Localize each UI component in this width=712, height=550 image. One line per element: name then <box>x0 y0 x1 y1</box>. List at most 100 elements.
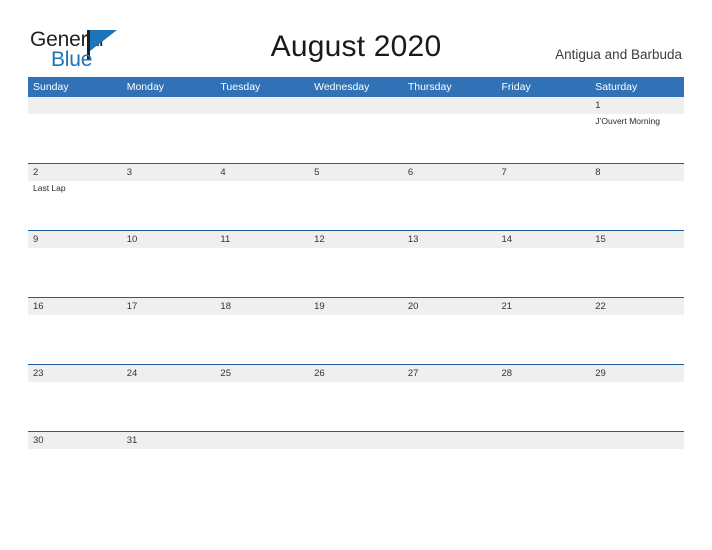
day-events <box>590 449 684 498</box>
day-number <box>403 432 497 449</box>
day-number[interactable]: 27 <box>403 365 497 382</box>
day-number <box>497 97 591 114</box>
day-number[interactable]: 24 <box>122 365 216 382</box>
day-header-sunday: Sunday <box>33 81 69 93</box>
day-events <box>497 449 591 498</box>
calendar-grid: Sunday Monday Tuesday Wednesday Thursday… <box>28 77 684 498</box>
calendar-week-row: 9 10 11 12 13 14 15 <box>28 230 684 297</box>
day-events <box>309 114 403 163</box>
day-events <box>215 449 309 498</box>
day-header-tuesday: Tuesday <box>220 81 261 93</box>
week-date-band: 9 10 11 12 13 14 15 <box>28 231 684 248</box>
day-events <box>28 248 122 297</box>
day-events <box>403 449 497 498</box>
day-number[interactable]: 23 <box>28 365 122 382</box>
day-number[interactable]: 21 <box>497 298 591 315</box>
day-events: J’Ouvert Morning <box>590 114 684 163</box>
day-number[interactable]: 20 <box>403 298 497 315</box>
day-header-monday: Monday <box>126 81 165 93</box>
day-number <box>309 97 403 114</box>
day-header-wednesday: Wednesday <box>314 81 370 93</box>
week-date-band: 30 31 <box>28 432 684 449</box>
day-number[interactable]: 5 <box>309 164 403 181</box>
day-number[interactable]: 11 <box>215 231 309 248</box>
day-number[interactable]: 31 <box>122 432 216 449</box>
day-of-week-header-row: Sunday Monday Tuesday Wednesday Thursday… <box>28 77 684 97</box>
day-events <box>122 248 216 297</box>
day-events <box>590 248 684 297</box>
day-number[interactable]: 19 <box>309 298 403 315</box>
day-number[interactable]: 18 <box>215 298 309 315</box>
day-events <box>215 248 309 297</box>
day-number[interactable]: 9 <box>28 231 122 248</box>
day-events <box>590 382 684 431</box>
day-number[interactable]: 26 <box>309 365 403 382</box>
day-events <box>309 382 403 431</box>
day-events <box>590 181 684 230</box>
week-date-band: 23 24 25 26 27 28 29 <box>28 365 684 382</box>
week-event-band: J’Ouvert Morning <box>28 114 684 163</box>
day-header-saturday: Saturday <box>595 81 638 93</box>
day-number[interactable]: 1 <box>590 97 684 114</box>
day-number <box>403 97 497 114</box>
day-events <box>122 382 216 431</box>
day-number[interactable]: 22 <box>590 298 684 315</box>
week-date-band: 2345678 <box>28 164 684 181</box>
day-number[interactable]: 14 <box>497 231 591 248</box>
day-header-friday: Friday <box>501 81 531 93</box>
week-event-band <box>28 449 684 498</box>
day-events <box>28 449 122 498</box>
day-number[interactable]: 4 <box>215 164 309 181</box>
day-number[interactable]: 15 <box>590 231 684 248</box>
day-events <box>215 181 309 230</box>
day-events <box>215 382 309 431</box>
day-events <box>215 114 309 163</box>
day-number[interactable]: 8 <box>590 164 684 181</box>
day-events <box>215 315 309 364</box>
day-events: Last Lap <box>28 181 122 230</box>
day-number <box>309 432 403 449</box>
day-events <box>403 181 497 230</box>
day-events <box>122 114 216 163</box>
day-events <box>122 181 216 230</box>
day-events <box>122 449 216 498</box>
day-events <box>309 449 403 498</box>
week-event-band <box>28 248 684 297</box>
day-number[interactable]: 16 <box>28 298 122 315</box>
day-number <box>28 97 122 114</box>
day-number[interactable]: 7 <box>497 164 591 181</box>
day-number[interactable]: 29 <box>590 365 684 382</box>
calendar-week-row: 1 J’Ouvert Morning <box>28 97 684 163</box>
day-number[interactable]: 3 <box>122 164 216 181</box>
day-number[interactable]: 12 <box>309 231 403 248</box>
holiday-event: Last Lap <box>33 183 66 193</box>
day-number[interactable]: 30 <box>28 432 122 449</box>
day-events <box>403 248 497 297</box>
day-number[interactable]: 2 <box>28 164 122 181</box>
day-events <box>122 315 216 364</box>
week-date-band: 16 17 18 19 20 21 22 <box>28 298 684 315</box>
day-number[interactable]: 10 <box>122 231 216 248</box>
day-number[interactable]: 13 <box>403 231 497 248</box>
day-events <box>590 315 684 364</box>
day-events <box>309 181 403 230</box>
week-event-band <box>28 382 684 431</box>
day-number[interactable]: 17 <box>122 298 216 315</box>
day-events <box>497 315 591 364</box>
day-events <box>28 382 122 431</box>
day-events <box>403 315 497 364</box>
day-number[interactable]: 25 <box>215 365 309 382</box>
week-event-band: Last Lap <box>28 181 684 230</box>
day-number <box>122 97 216 114</box>
day-events <box>497 114 591 163</box>
day-events <box>28 315 122 364</box>
calendar-week-row: 2 3 4 5 6 7 8 Last Lap <box>28 163 684 230</box>
day-events <box>28 114 122 163</box>
day-number[interactable]: 6 <box>403 164 497 181</box>
day-number[interactable]: 28 <box>497 365 591 382</box>
calendar-page: General Blue August 2020 Antigua and Bar… <box>0 0 712 550</box>
calendar-week-row: 23 24 25 26 27 28 29 <box>28 364 684 431</box>
day-events <box>403 114 497 163</box>
page-header: General Blue August 2020 Antigua and Bar… <box>0 0 712 76</box>
day-number <box>497 432 591 449</box>
